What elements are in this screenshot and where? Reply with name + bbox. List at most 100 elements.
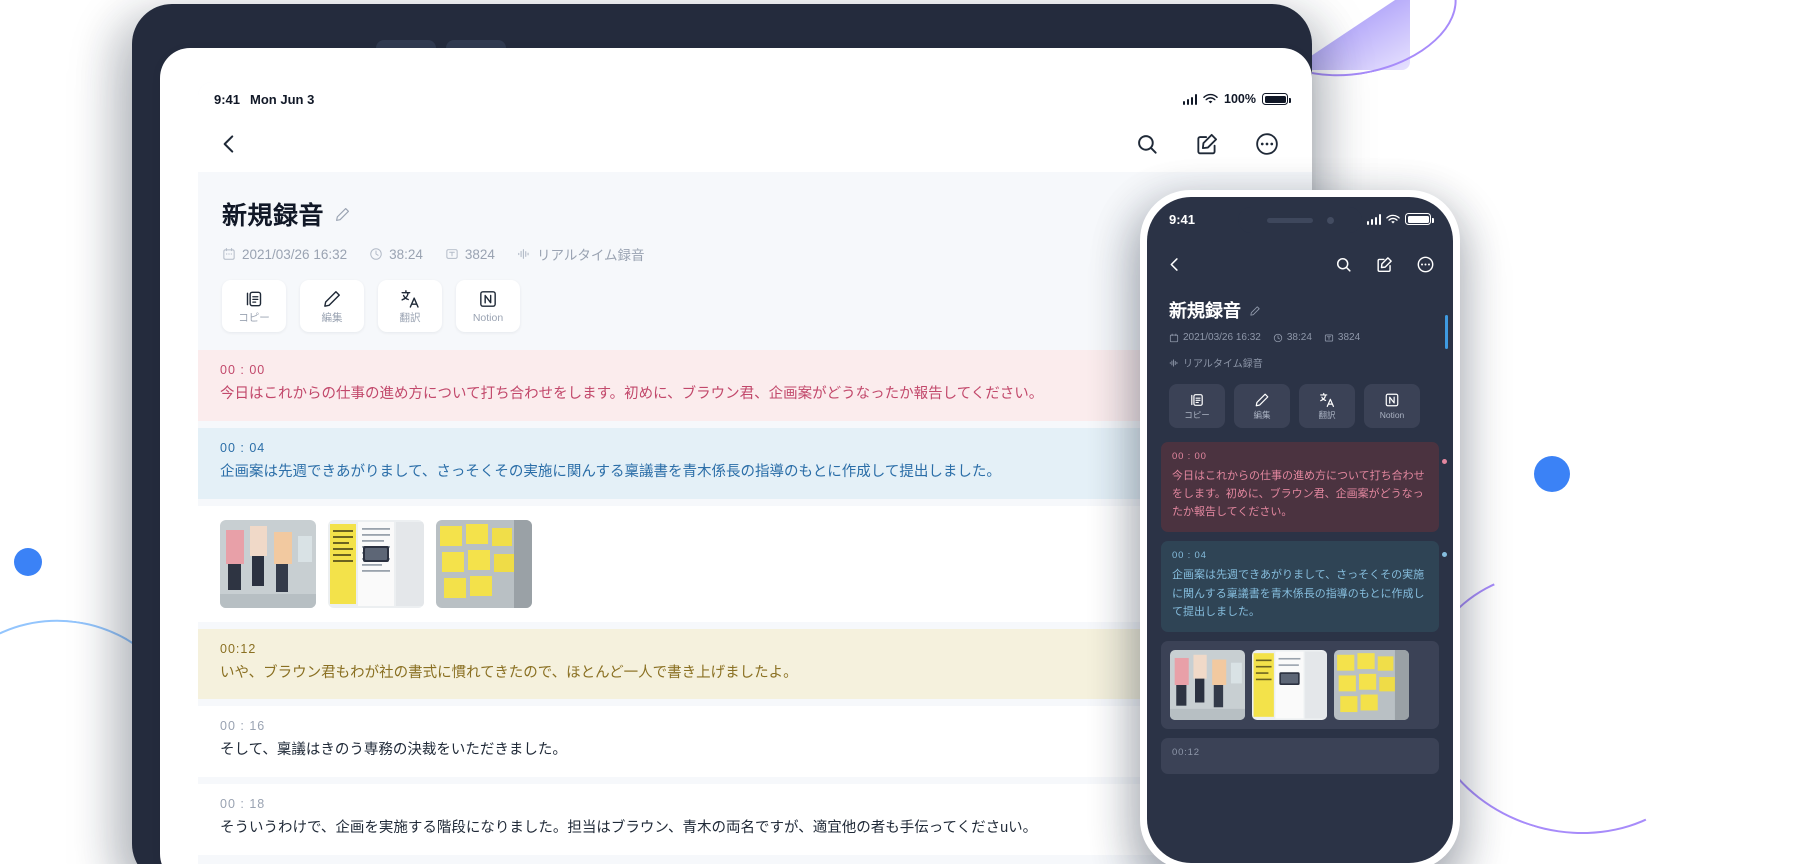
- text-count-icon: [445, 247, 459, 261]
- meta-record-mode-label: リアルタイム録音: [1183, 359, 1263, 370]
- meta-date: 2021/03/26 16:32: [222, 247, 347, 262]
- status-date: Mon Jun 3: [250, 91, 315, 107]
- text-count-icon: [1324, 333, 1334, 343]
- segment-text: 企画案は先週できあがりまして、さっそくその実施に関んする稟議書を青木係長の指導の…: [1172, 569, 1425, 618]
- status-time: 9:41: [1169, 211, 1196, 227]
- wifi-icon: [1386, 214, 1400, 224]
- compose-icon[interactable]: [1375, 255, 1394, 274]
- meta-char-count: 3824: [1324, 332, 1360, 343]
- front-camera-icon: [1326, 216, 1334, 224]
- signal-bars-icon: [1366, 213, 1381, 225]
- segment-timestamp: 00 : 00: [1172, 451, 1207, 462]
- edit-button-label: 編集: [321, 311, 343, 324]
- segment-timestamp: 00:12: [1172, 746, 1200, 758]
- action-toolbar: コピー 編集 翻訳 Notion: [1147, 370, 1453, 428]
- meta-record-mode: リアルタイム録音: [517, 244, 645, 264]
- edit-button[interactable]: 編集: [300, 280, 364, 332]
- segment-timestamp: 00 : 04: [1172, 550, 1207, 562]
- scrollbar-thumb[interactable]: [1445, 315, 1448, 349]
- phone-notch: [1238, 207, 1362, 233]
- battery-icon: [1405, 213, 1434, 225]
- meta-duration: 38:24: [369, 247, 423, 262]
- translate-icon: [400, 289, 420, 309]
- meta-record-mode: リアルタイム録音: [1169, 355, 1263, 370]
- copy-button[interactable]: コピー: [222, 280, 286, 332]
- transcript-list: 00 : 00 今日はこれからの仕事の進め方について打ち合わせをします。初めに、…: [1147, 442, 1453, 774]
- earpiece-speaker: [1266, 217, 1313, 223]
- attachment-thumbnails: [1161, 640, 1439, 729]
- pencil-icon: [322, 289, 342, 309]
- notion-icon: [1384, 392, 1400, 408]
- recording-metadata: 2021/03/26 16:32 38:24 3824 リアルタイム録音: [1147, 323, 1397, 370]
- phone-frame: 9:41 新規録音 2021/03/26 16:32 38:24 3824 リア…: [1140, 190, 1460, 864]
- notion-button[interactable]: Notion: [456, 280, 520, 332]
- transcript-segment[interactable]: 00 : 04 企画案は先週できあがりまして、さっそくその実施に関んする稟議書を…: [1161, 541, 1439, 632]
- notion-button[interactable]: Notion: [1364, 384, 1420, 428]
- notion-button-label: Notion: [1379, 410, 1405, 421]
- meta-date-label: 2021/03/26 16:32: [1183, 332, 1261, 343]
- meta-date-label: 2021/03/26 16:32: [242, 246, 348, 262]
- copy-icon: [244, 289, 264, 309]
- transcript-segment[interactable]: 00:12: [1161, 737, 1439, 774]
- tablet-status-bar: 9:41 Mon Jun 3 100%: [198, 82, 1312, 116]
- wifi-icon: [1203, 93, 1218, 104]
- meta-duration-label: 38:24: [389, 246, 423, 262]
- tablet-nav-bar: [198, 116, 1312, 172]
- meta-char-count-label: 3824: [1337, 332, 1361, 343]
- calendar-icon: [222, 247, 236, 261]
- meta-record-mode-label: リアルタイム録音: [536, 248, 645, 263]
- more-circle-icon[interactable]: [1416, 255, 1435, 274]
- notion-icon: [478, 289, 498, 309]
- signal-bars-icon: [1182, 93, 1198, 105]
- clock-icon: [1273, 333, 1283, 343]
- back-button[interactable]: [1165, 255, 1184, 274]
- segment-marker-dot: [1442, 552, 1447, 557]
- translate-button-label: 翻訳: [1318, 410, 1336, 421]
- thumbnail-image[interactable]: [1170, 649, 1245, 720]
- meta-date: 2021/03/26 16:32: [1169, 332, 1261, 343]
- waveform-icon: [517, 247, 531, 261]
- recording-title-row: 新規録音: [1147, 287, 1453, 323]
- decorative-dot-left: [14, 548, 42, 576]
- clock-icon: [369, 247, 383, 261]
- search-icon[interactable]: [1334, 255, 1353, 274]
- compose-icon[interactable]: [1194, 131, 1220, 157]
- battery-percent: 100%: [1224, 92, 1256, 106]
- phone-nav-bar: [1147, 241, 1453, 287]
- thumbnail-image[interactable]: [436, 519, 532, 608]
- search-icon[interactable]: [1134, 131, 1160, 157]
- thumbnail-image[interactable]: [1252, 649, 1327, 720]
- edit-button[interactable]: 編集: [1234, 384, 1290, 428]
- page-title: 新規録音: [222, 202, 325, 230]
- back-button[interactable]: [216, 131, 242, 157]
- translate-button[interactable]: 翻訳: [1299, 384, 1355, 428]
- phone-content: 新規録音 2021/03/26 16:32 38:24 3824 リアルタイム録…: [1147, 287, 1453, 774]
- thumbnail-image[interactable]: [1334, 649, 1409, 720]
- page-title: 新規録音: [1169, 301, 1241, 321]
- copy-button-label: コピー: [238, 311, 270, 324]
- decorative-dot-right: [1534, 456, 1570, 492]
- calendar-icon: [1169, 333, 1179, 343]
- waveform-icon: [1169, 358, 1179, 368]
- phone-screen: 9:41 新規録音 2021/03/26 16:32 38:24 3824 リア…: [1147, 197, 1453, 863]
- pencil-icon: [1254, 392, 1270, 408]
- meta-duration-label: 38:24: [1286, 332, 1312, 343]
- segment-marker-dot: [1442, 459, 1447, 464]
- thumbnail-image[interactable]: [328, 519, 424, 608]
- meta-duration: 38:24: [1273, 332, 1312, 343]
- pencil-icon[interactable]: [1249, 304, 1261, 316]
- pencil-icon[interactable]: [334, 206, 351, 223]
- notion-button-label: Notion: [472, 311, 504, 324]
- more-circle-icon[interactable]: [1254, 131, 1280, 157]
- translate-button-label: 翻訳: [399, 311, 421, 324]
- battery-icon: [1262, 93, 1291, 105]
- edit-button-label: 編集: [1253, 410, 1271, 421]
- meta-char-count-label: 3824: [464, 246, 495, 262]
- status-time: 9:41: [214, 91, 241, 107]
- copy-button[interactable]: コピー: [1169, 384, 1225, 428]
- thumbnail-image[interactable]: [220, 519, 316, 608]
- translate-button[interactable]: 翻訳: [378, 280, 442, 332]
- copy-icon: [1189, 392, 1205, 408]
- segment-text: 今日はこれからの仕事の進め方について打ち合わせをします。初めに、ブラウン君、企画…: [1172, 470, 1425, 519]
- transcript-segment[interactable]: 00 : 00 今日はこれからの仕事の進め方について打ち合わせをします。初めに、…: [1161, 442, 1439, 533]
